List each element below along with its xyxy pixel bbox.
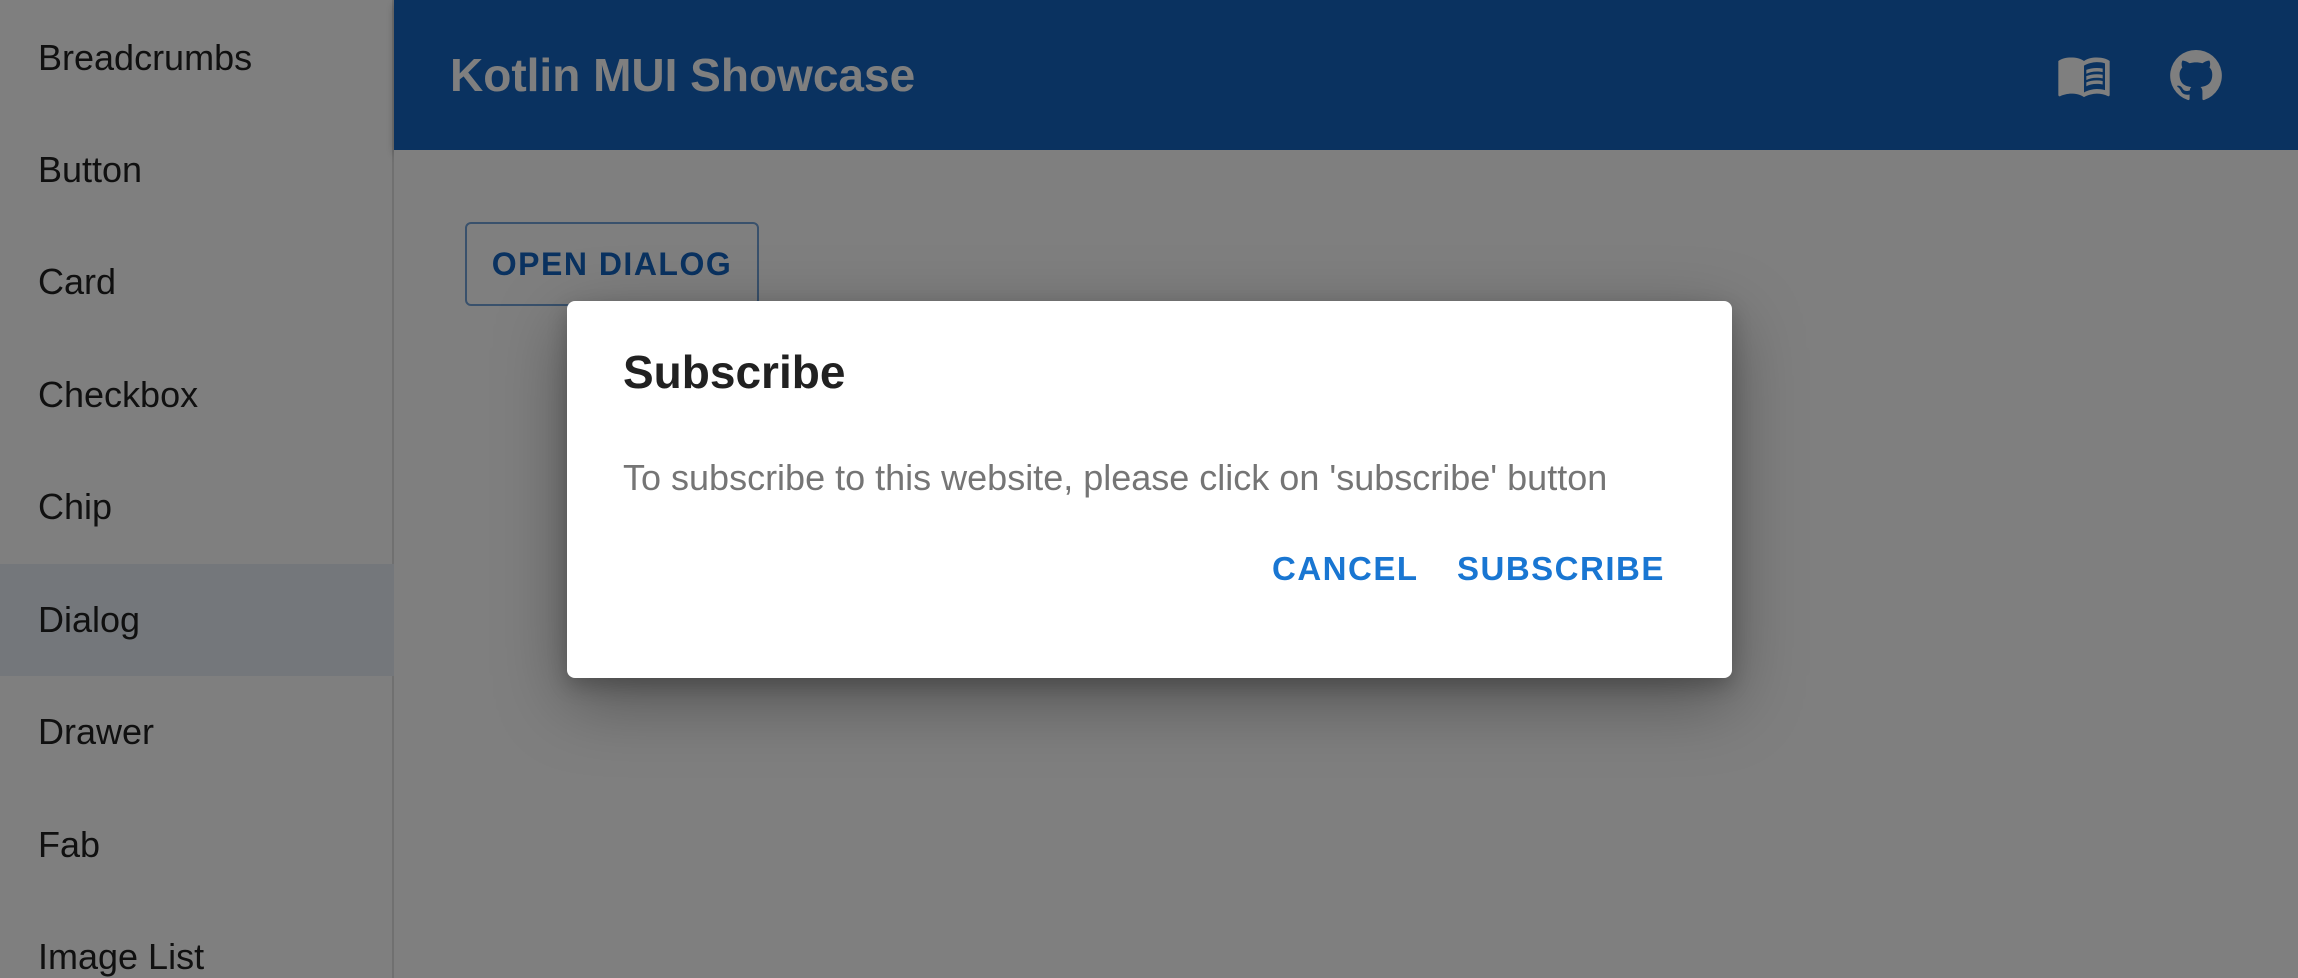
subscribe-dialog: Subscribe To subscribe to this website, … — [567, 301, 1732, 678]
dialog-title: Subscribe — [623, 346, 846, 398]
subscribe-button[interactable]: SUBSCRIBE — [1457, 537, 1665, 601]
app-root: Breadcrumbs Button Card Checkbox Chip Di… — [0, 0, 2298, 978]
cancel-button[interactable]: CANCEL — [1272, 537, 1419, 601]
dialog-content-text: To subscribe to this website, please cli… — [623, 457, 1608, 498]
